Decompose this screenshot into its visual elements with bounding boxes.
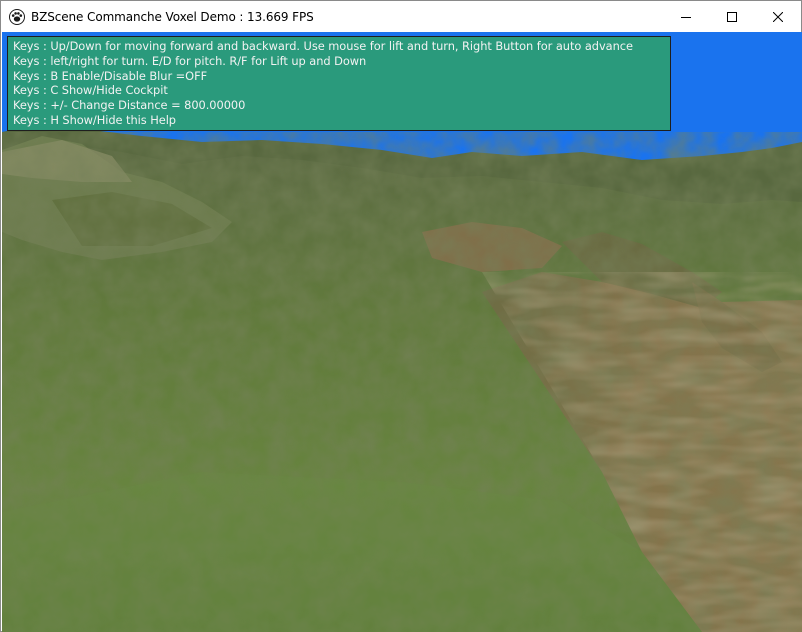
paw-icon[interactable] — [9, 8, 25, 25]
close-icon — [773, 11, 783, 22]
help-line: Keys : H Show/Hide this Help — [13, 112, 176, 127]
maximize-button[interactable] — [709, 1, 755, 32]
voxel-render-viewport[interactable]: Keys : Up/Down for moving forward and ba… — [2, 32, 802, 632]
close-button[interactable] — [755, 1, 801, 32]
window-controls — [663, 1, 801, 32]
help-overlay: Keys : Up/Down for moving forward and ba… — [7, 36, 671, 131]
minimize-button[interactable] — [663, 1, 709, 32]
minimize-icon — [681, 16, 691, 18]
help-line: Keys : Up/Down for moving forward and ba… — [13, 39, 633, 53]
help-line: Keys : left/right for turn. E/D for pitc… — [13, 53, 367, 68]
help-line: Keys : B Enable/Disable Blur =OFF — [13, 68, 208, 83]
maximize-icon — [727, 11, 737, 22]
help-line: Keys : +/- Change Distance = 800.00000 — [13, 98, 246, 113]
window-title: BZScene Commanche Voxel Demo : 13.669 FP… — [31, 9, 314, 24]
help-line: Keys : C Show/Hide Cockpit — [13, 83, 168, 98]
title-bar[interactable]: BZScene Commanche Voxel Demo : 13.669 FP… — [1, 1, 801, 32]
app-window: BZScene Commanche Voxel Demo : 13.669 FP… — [0, 0, 802, 632]
